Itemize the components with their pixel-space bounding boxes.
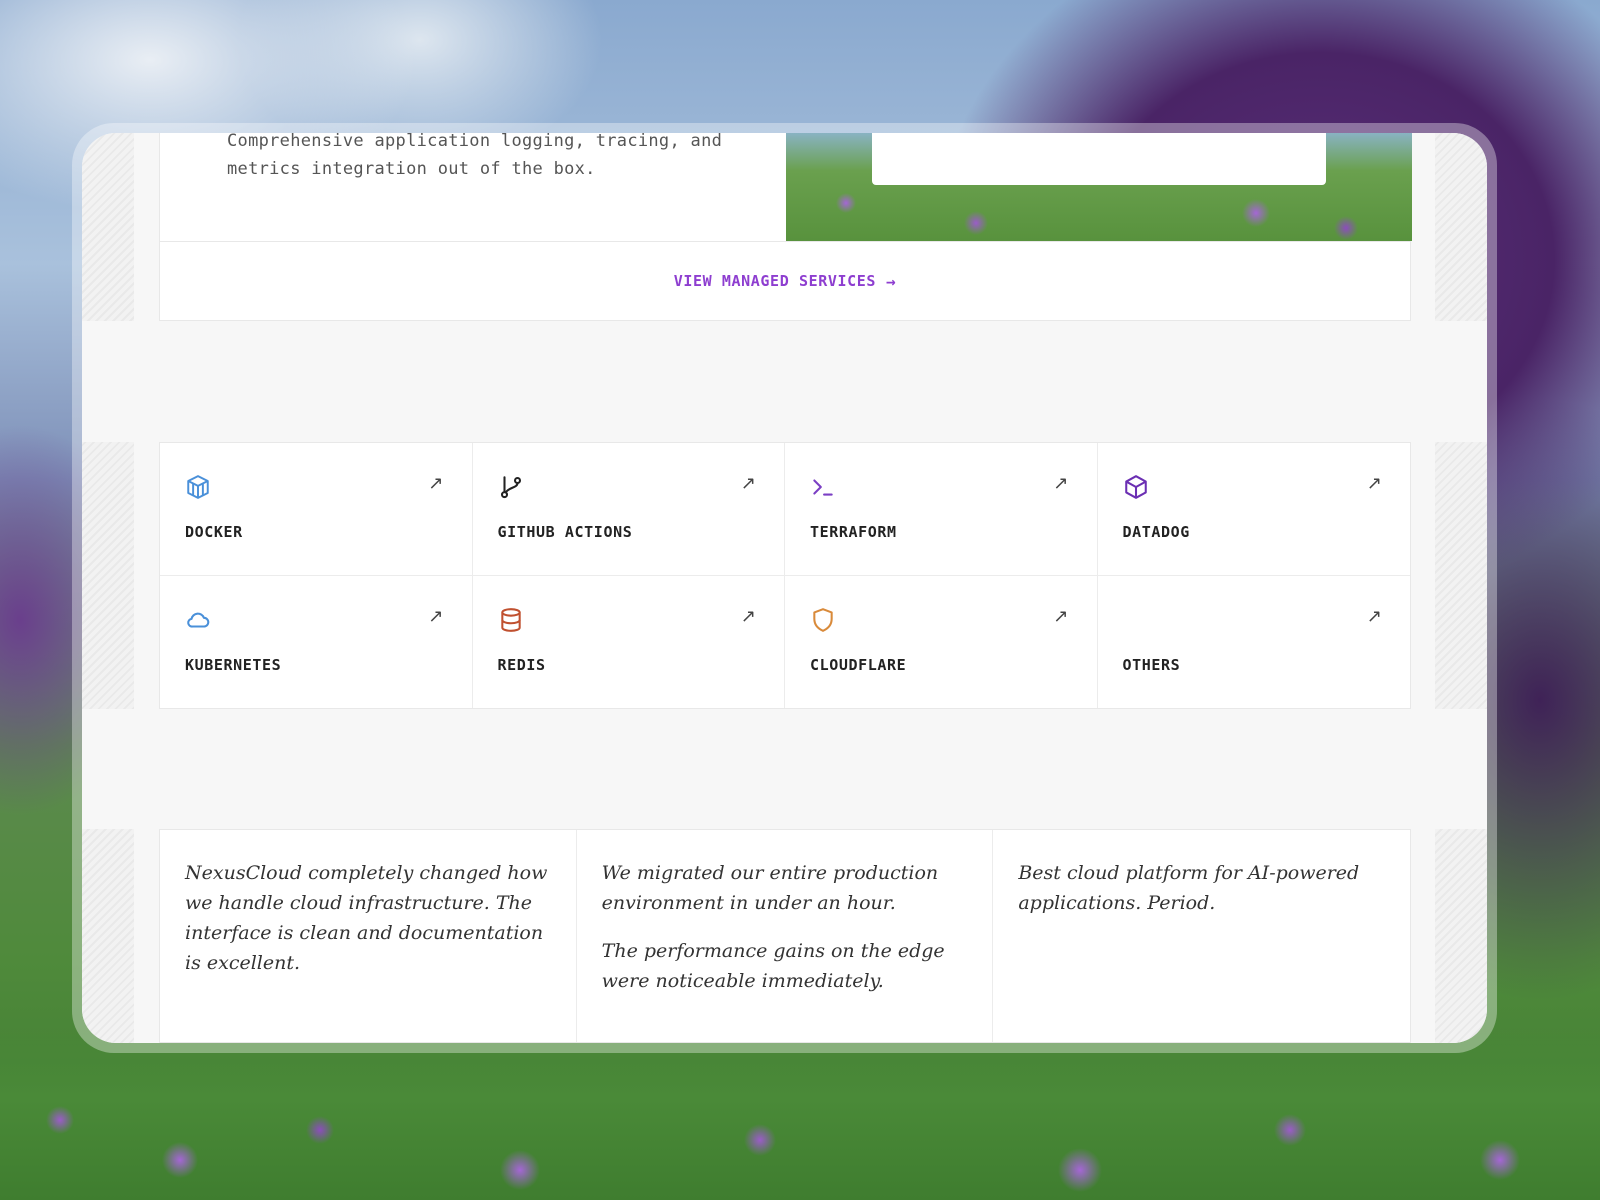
integration-label: REDIS xyxy=(497,655,546,674)
view-managed-services-link[interactable]: VIEW MANAGED SERVICES → xyxy=(674,272,896,291)
external-arrow-icon: ↗ xyxy=(1366,605,1382,627)
services-link-row: VIEW MANAGED SERVICES → xyxy=(159,241,1411,321)
git-branch-icon xyxy=(497,473,525,501)
external-arrow-icon: ↗ xyxy=(428,473,444,494)
external-arrow-icon: ↗ xyxy=(1053,605,1069,627)
feature-description: Comprehensive application logging, traci… xyxy=(227,133,723,179)
external-arrow-icon: ↗ xyxy=(1053,473,1069,494)
section-gap xyxy=(82,321,1487,442)
right-hatch-rail xyxy=(1435,133,1487,1043)
integration-tile-datadog[interactable]: ↗ DATADOG xyxy=(1097,443,1410,576)
testimonials-section: NexusCloud completely changed how we han… xyxy=(159,829,1411,1043)
database-icon xyxy=(497,606,525,634)
integration-tile-others[interactable]: ↗ OTHERS xyxy=(1098,576,1411,709)
section-gap xyxy=(82,709,1487,829)
testimonial-quote: NexusCloud completely changed how we han… xyxy=(185,862,548,974)
testimonial-card: Best cloud platform for AI-powered appli… xyxy=(993,830,1410,1042)
external-arrow-icon: ↗ xyxy=(740,473,756,494)
integration-label: GITHUB ACTIONS xyxy=(497,523,633,541)
integration-tile-redis[interactable]: ↗ REDIS xyxy=(473,575,785,708)
integration-tile-kubernetes[interactable]: ↗ KUBERNETES xyxy=(160,575,473,708)
shield-icon xyxy=(809,606,837,634)
testimonial-card: NexusCloud completely changed how we han… xyxy=(160,830,577,1042)
integration-tile-docker[interactable]: ↗ DOCKER xyxy=(160,443,473,576)
integration-label: DATADOG xyxy=(1122,523,1190,541)
external-arrow-icon: ↗ xyxy=(740,605,756,627)
browser-viewport[interactable]: Comprehensive application logging, traci… xyxy=(82,133,1487,1043)
integration-tile-cloudflare[interactable]: ↗ CLOUDFLARE xyxy=(785,575,1098,708)
package-icon xyxy=(1122,473,1150,501)
background-scenery xyxy=(0,1030,1600,1200)
integration-label: OTHERS xyxy=(1122,655,1181,674)
integration-label: DOCKER xyxy=(185,523,243,541)
integration-label: CLOUDFLARE xyxy=(810,655,907,674)
testimonial-card: We migrated our entire production enviro… xyxy=(577,830,994,1042)
arrow-right-icon: → xyxy=(886,271,897,291)
docker-icon xyxy=(184,473,212,501)
integration-tile-github-actions[interactable]: ↗ GITHUB ACTIONS xyxy=(472,443,785,576)
feature-card: Comprehensive application logging, traci… xyxy=(159,133,1412,248)
integration-label: TERRAFORM xyxy=(810,523,897,541)
testimonial-quote: We migrated our entire production enviro… xyxy=(601,862,939,914)
cloud-icon xyxy=(184,606,212,634)
external-arrow-icon: ↗ xyxy=(1366,473,1382,494)
testimonial-quote: Best cloud platform for AI-powered appli… xyxy=(1018,862,1360,914)
external-arrow-icon: ↗ xyxy=(428,605,444,627)
testimonial-quote: The performance gains on the edge were n… xyxy=(601,940,945,992)
terminal-icon xyxy=(809,473,837,501)
integration-tile-terraform[interactable]: ↗ TERRAFORM xyxy=(785,443,1098,576)
integrations-grid: ↗ DOCKER ↗ GITHUB ACTIONS ↗ TERRAFORM ↗ … xyxy=(159,442,1411,709)
illustration-overlay-card xyxy=(872,133,1326,185)
integration-label: KUBERNETES xyxy=(185,655,282,674)
services-link-label: VIEW MANAGED SERVICES xyxy=(673,272,876,290)
feature-illustration xyxy=(786,133,1412,241)
left-hatch-rail xyxy=(82,133,134,1043)
